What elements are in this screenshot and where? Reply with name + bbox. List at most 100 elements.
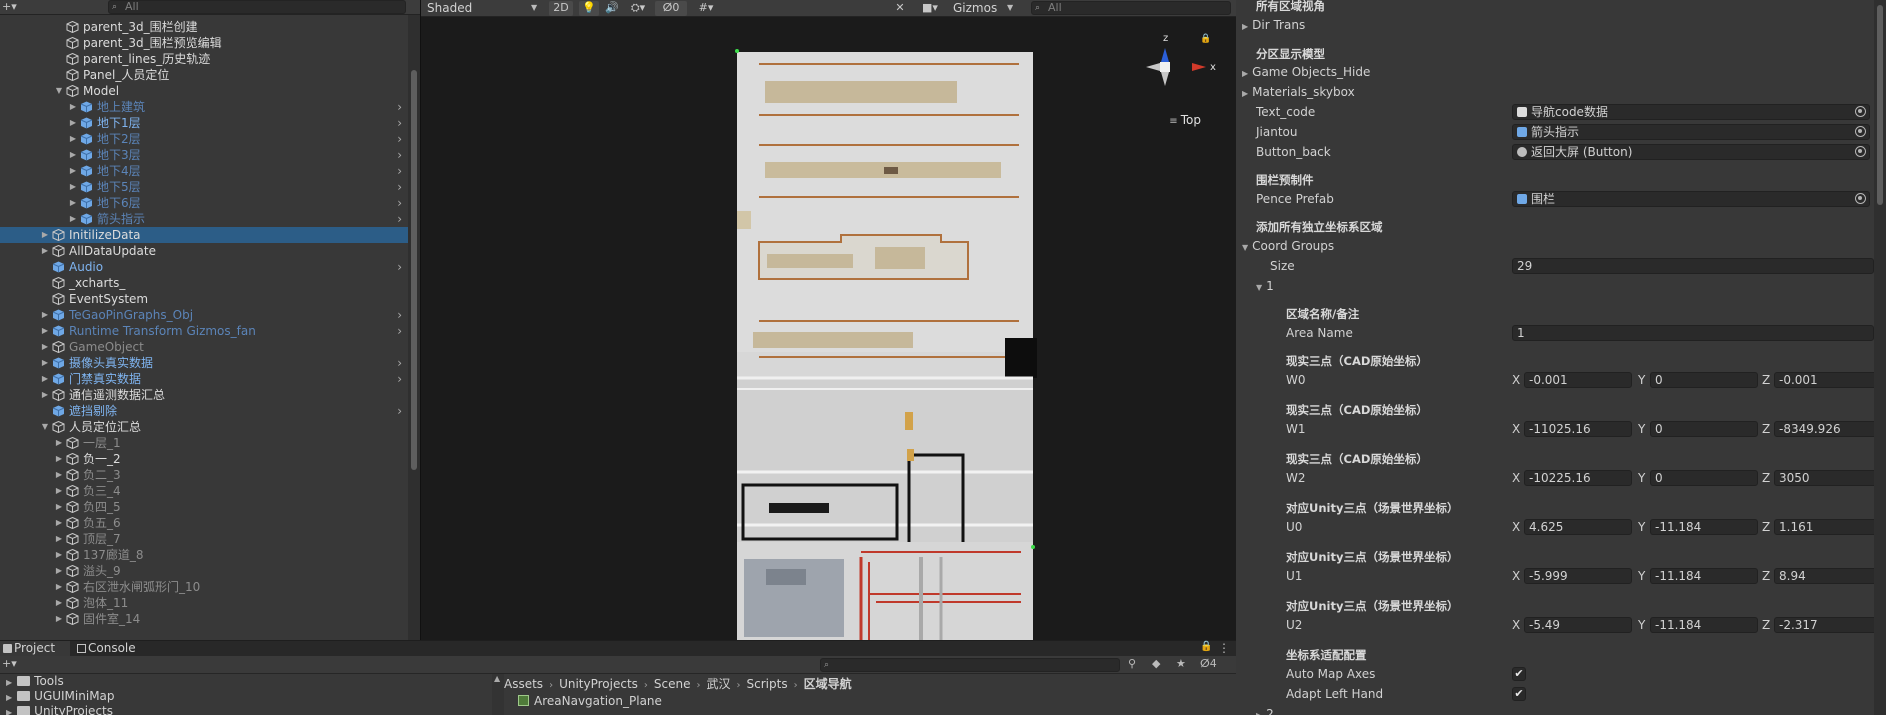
fold-right-icon[interactable]: ▶	[54, 435, 64, 451]
fold-right-icon[interactable]: ▶	[54, 547, 64, 563]
hierarchy-row[interactable]: ▶ TeGaoPinGraphs_Obj ›	[0, 307, 408, 323]
favorite-star-icon[interactable]: ★	[1176, 657, 1186, 670]
hierarchy-row[interactable]: ▼ 人员定位汇总	[0, 419, 408, 435]
fold-right-icon[interactable]: ▶	[40, 307, 50, 323]
shading-mode-dropdown[interactable]: Shaded ▼	[427, 0, 537, 17]
effects-dropdown-icon[interactable]: ⛭▾	[625, 1, 651, 16]
axis-y-label[interactable]: Y	[1638, 568, 1645, 584]
fold-right-icon[interactable]: ▶	[54, 611, 64, 627]
point-z-field[interactable]: 1.161	[1774, 519, 1878, 535]
project-folder-item[interactable]: ▶ Tools	[6, 674, 64, 689]
coord-groups-foldout[interactable]: ▼ Coord Groups	[1242, 238, 1334, 254]
open-prefab-arrow-icon[interactable]: ›	[397, 195, 402, 211]
breadcrumb-item[interactable]: UnityProjects	[559, 677, 638, 691]
point-y-field[interactable]: 0	[1650, 470, 1758, 486]
hierarchy-row[interactable]: parent_3d_围栏预览编辑	[0, 35, 408, 51]
open-prefab-arrow-icon[interactable]: ›	[397, 163, 402, 179]
fold-down-icon[interactable]: ▼	[40, 419, 50, 435]
point-x-field[interactable]: 4.625	[1524, 519, 1632, 535]
point-y-field[interactable]: 0	[1650, 421, 1758, 437]
axis-y-label[interactable]: Y	[1638, 470, 1645, 486]
fold-right-icon[interactable]: ▶	[6, 708, 12, 715]
fold-right-icon[interactable]: ▶	[68, 99, 78, 115]
filter-by-type-icon[interactable]: ⚲	[1128, 657, 1136, 670]
open-prefab-arrow-icon[interactable]: ›	[397, 179, 402, 195]
fold-right-icon[interactable]: ▶	[40, 243, 50, 259]
scene-search-input[interactable]: ⌕ All	[1031, 1, 1231, 15]
element-1-foldout[interactable]: ▼ 1	[1256, 278, 1274, 294]
fold-right-icon[interactable]: ▶	[40, 371, 50, 387]
hierarchy-row[interactable]: ▶ 门禁真实数据 ›	[0, 371, 408, 387]
hierarchy-search-input[interactable]: ⌕ All	[108, 0, 406, 14]
axis-x-label[interactable]: X	[1512, 568, 1520, 584]
fold-right-icon[interactable]: ▶	[40, 227, 50, 243]
scrollbar-thumb[interactable]	[411, 70, 417, 470]
point-z-field[interactable]: -8349.926	[1774, 421, 1878, 437]
point-x-field[interactable]: -11025.16	[1524, 421, 1632, 437]
hierarchy-row[interactable]: _xcharts_	[0, 275, 408, 291]
fold-right-icon[interactable]: ▶	[54, 579, 64, 595]
breadcrumb-item[interactable]: Scripts	[747, 677, 788, 691]
fold-right-icon[interactable]: ▶	[54, 563, 64, 579]
hierarchy-row[interactable]: 遮挡剔除 ›	[0, 403, 408, 419]
point-x-field[interactable]: -0.001	[1524, 372, 1632, 388]
point-y-field[interactable]: -11.184	[1650, 519, 1758, 535]
tab-project[interactable]: Project	[0, 641, 70, 656]
object-picker-icon[interactable]	[1855, 146, 1866, 157]
fold-right-icon[interactable]: ▶	[68, 195, 78, 211]
hierarchy-row[interactable]: ▶ 右区泄水闸弧形门_10	[0, 579, 408, 595]
hierarchy-row[interactable]: ▶ InitilizeData	[0, 227, 408, 243]
hierarchy-row[interactable]: ▶ 地下1层 ›	[0, 115, 408, 131]
camera-dropdown-icon[interactable]: ■▾	[915, 1, 945, 16]
axis-y-label[interactable]: Y	[1638, 617, 1645, 633]
open-prefab-arrow-icon[interactable]: ›	[397, 371, 402, 387]
size-field[interactable]: 29	[1512, 258, 1874, 274]
fold-right-icon[interactable]: ▶	[40, 355, 50, 371]
axis-x-label[interactable]: X	[1512, 372, 1520, 388]
hierarchy-row[interactable]: parent_lines_历史轨迹	[0, 51, 408, 67]
open-prefab-arrow-icon[interactable]: ›	[397, 211, 402, 227]
hierarchy-row[interactable]: Panel_人员定位	[0, 67, 408, 83]
point-z-field[interactable]: -0.001	[1774, 372, 1878, 388]
object-picker-icon[interactable]	[1855, 193, 1866, 204]
hierarchy-row[interactable]: ▶ 箭头指示 ›	[0, 211, 408, 227]
scrollbar-thumb[interactable]	[1877, 5, 1883, 205]
project-search-input[interactable]: ⌕	[820, 658, 1120, 672]
lock-icon[interactable]: 🔒	[1200, 641, 1212, 652]
fold-right-icon[interactable]: ▶	[40, 323, 50, 339]
fold-right-icon[interactable]: ▶	[54, 595, 64, 611]
hierarchy-row[interactable]: ▶ 负四_5	[0, 499, 408, 515]
hierarchy-row[interactable]: parent_3d_围栏创建	[0, 19, 408, 35]
jiantou-field[interactable]: 箭头指示	[1512, 124, 1870, 140]
point-z-field[interactable]: -2.317	[1774, 617, 1878, 633]
open-prefab-arrow-icon[interactable]: ›	[397, 115, 402, 131]
hierarchy-row[interactable]: ▶ Runtime Transform Gizmos_fan ›	[0, 323, 408, 339]
hierarchy-row[interactable]: Audio ›	[0, 259, 408, 275]
audio-toggle-icon[interactable]: 🔊	[603, 1, 621, 16]
game-objects-hide-foldout[interactable]: ▶ Game Objects_Hide	[1242, 64, 1370, 80]
hidden-objects-toggle[interactable]: ⵁ0	[655, 1, 687, 16]
gizmos-dropdown[interactable]: Gizmos ▼	[953, 0, 1019, 17]
fold-right-icon[interactable]: ▶	[68, 147, 78, 163]
fold-right-icon[interactable]: ▶	[54, 483, 64, 499]
point-z-field[interactable]: 8.94	[1774, 568, 1878, 584]
tools-icon[interactable]: ✕	[891, 1, 909, 16]
fold-right-icon[interactable]: ▶	[54, 515, 64, 531]
fold-right-icon[interactable]: ▶	[6, 693, 12, 702]
panel-splitter[interactable]: ▲	[492, 674, 504, 715]
hierarchy-row[interactable]: ▶ GameObject	[0, 339, 408, 355]
2d-toggle-button[interactable]: 2D	[549, 1, 573, 16]
dir-trans-foldout[interactable]: ▶ Dir Trans	[1242, 17, 1305, 33]
hierarchy-row[interactable]: ▶ 摄像头真实数据 ›	[0, 355, 408, 371]
fold-right-icon[interactable]: ▶	[40, 387, 50, 403]
open-prefab-arrow-icon[interactable]: ›	[397, 147, 402, 163]
breadcrumb-item[interactable]: Scene	[654, 677, 691, 691]
view-projection-label[interactable]: ≡ Top	[1169, 113, 1201, 127]
point-x-field[interactable]: -5.999	[1524, 568, 1632, 584]
create-asset-button[interactable]: +▾	[2, 657, 17, 670]
axis-y-label[interactable]: Y	[1638, 519, 1645, 535]
axis-z-label[interactable]: Z	[1762, 519, 1770, 535]
point-x-field[interactable]: -10225.16	[1524, 470, 1632, 486]
open-prefab-arrow-icon[interactable]: ›	[397, 131, 402, 147]
axis-x-label[interactable]: X	[1512, 617, 1520, 633]
